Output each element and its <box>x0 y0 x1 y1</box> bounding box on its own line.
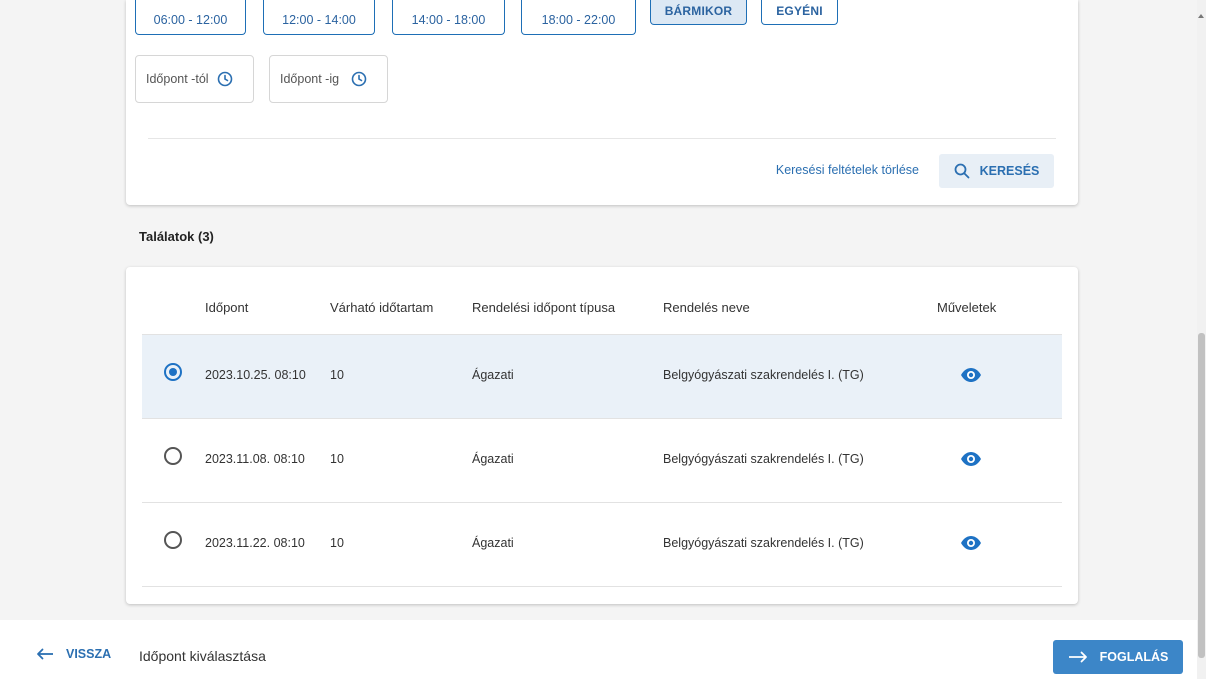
book-button[interactable]: FOGLALÁS <box>1053 640 1183 674</box>
back-button-label: VISSZA <box>66 647 112 661</box>
results-title: Találatok (3) <box>139 229 214 244</box>
chip-anytime[interactable]: BÁRMIKOR <box>650 0 747 25</box>
search-button-label: KERESÉS <box>979 164 1040 178</box>
time-to-label: Időpont -ig <box>280 72 340 86</box>
row-duration: 10 <box>330 368 344 382</box>
arrow-left-icon <box>37 648 53 660</box>
eye-icon[interactable] <box>960 367 982 383</box>
book-button-label: FOGLALÁS <box>1099 650 1169 664</box>
header-actions: Műveletek <box>937 300 997 315</box>
time-from-field[interactable]: Időpont -tól <box>135 55 254 103</box>
row-datetime: 2023.10.25. 08:10 <box>205 368 306 382</box>
chip-custom[interactable]: EGYÉNI <box>761 0 838 25</box>
clear-filters-link[interactable]: Keresési feltételek törlése <box>776 163 919 177</box>
scroll-up-icon[interactable] <box>1198 14 1204 18</box>
results-table: Időpont Várható időtartam Rendelési időp… <box>126 267 1078 604</box>
chip-06-12[interactable]: 06:00 - 12:00 <box>135 0 246 35</box>
chip-18-22[interactable]: 18:00 - 22:00 <box>521 0 636 35</box>
table-header: Időpont Várható időtartam Rendelési időp… <box>142 267 1062 335</box>
time-to-field[interactable]: Időpont -ig <box>269 55 388 103</box>
row-name: Belgyógyászati szakrendelés I. (TG) <box>663 368 864 382</box>
filter-card: 06:00 - 12:00 12:00 - 14:00 14:00 - 18:0… <box>126 0 1078 205</box>
bottom-action-bar: VISSZA Időpont kiválasztása FOGLALÁS <box>0 620 1206 679</box>
row-radio[interactable] <box>164 363 182 381</box>
row-type: Ágazati <box>472 536 514 550</box>
row-type: Ágazati <box>472 452 514 466</box>
chip-12-14[interactable]: 12:00 - 14:00 <box>263 0 375 35</box>
header-datetime: Időpont <box>205 300 249 315</box>
divider <box>148 138 1056 139</box>
arrow-right-icon <box>1068 651 1087 663</box>
search-button[interactable]: KERESÉS <box>939 154 1054 188</box>
chip-14-18[interactable]: 14:00 - 18:00 <box>392 0 505 35</box>
row-type: Ágazati <box>472 368 514 382</box>
table-row[interactable]: 2023.11.08. 08:10 10 Ágazati Belgyógyász… <box>142 419 1062 503</box>
clock-icon <box>217 71 232 87</box>
row-datetime: 2023.11.22. 08:10 <box>205 536 305 550</box>
row-duration: 10 <box>330 536 344 550</box>
row-datetime: 2023.11.08. 08:10 <box>205 452 305 466</box>
back-button[interactable]: VISSZA <box>36 647 111 661</box>
eye-icon[interactable] <box>960 451 982 467</box>
header-duration: Várható időtartam <box>330 300 434 315</box>
header-name: Rendelés neve <box>663 300 750 315</box>
table-row[interactable]: 2023.10.25. 08:10 10 Ágazati Belgyógyász… <box>142 335 1062 419</box>
row-radio[interactable] <box>164 447 182 465</box>
time-from-label: Időpont -tól <box>146 72 209 86</box>
search-icon <box>954 163 970 179</box>
clock-icon <box>351 71 367 87</box>
scroll-thumb[interactable] <box>1198 333 1205 658</box>
row-name: Belgyógyászati szakrendelés I. (TG) <box>663 452 864 466</box>
step-title: Időpont kiválasztása <box>139 648 266 664</box>
row-duration: 10 <box>330 452 344 466</box>
row-name: Belgyógyászati szakrendelés I. (TG) <box>663 536 864 550</box>
header-type: Rendelési időpont típusa <box>472 300 616 315</box>
row-radio[interactable] <box>164 531 182 549</box>
table-row[interactable]: 2023.11.22. 08:10 10 Ágazati Belgyógyász… <box>142 503 1062 587</box>
page-scrollbar[interactable] <box>1197 0 1206 679</box>
eye-icon[interactable] <box>960 535 982 551</box>
